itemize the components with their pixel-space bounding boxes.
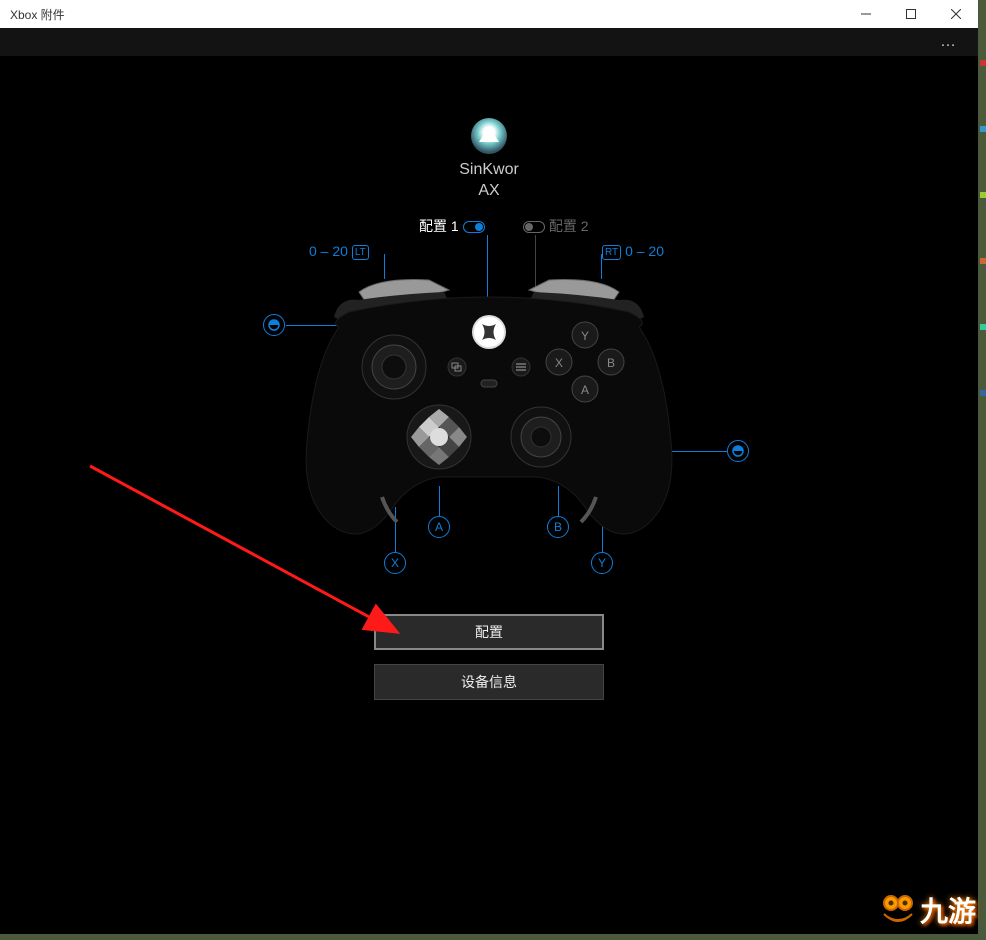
config1-toggle[interactable]: 配置 1 (419, 216, 485, 236)
maximize-button[interactable] (888, 0, 933, 28)
watermark-icon (880, 894, 916, 926)
rt-range-label: RT 0 – 20 (602, 243, 664, 260)
x-button-label: X (384, 552, 406, 574)
rt-icon: RT (602, 245, 621, 260)
controller-image: Y X B A (299, 272, 679, 552)
y-button-label: Y (591, 552, 613, 574)
window-title: Xbox 附件 (10, 6, 843, 23)
svg-text:Y: Y (581, 329, 589, 343)
lt-range-label: 0 – 20 LT (309, 243, 369, 260)
config1-label: 配置 1 (419, 218, 459, 234)
watermark-text: 九游 (920, 890, 976, 930)
device-info-button[interactable]: 设备信息 (374, 664, 604, 700)
toggle-on-icon (463, 221, 485, 233)
username-line1: SinKwor (459, 161, 519, 178)
svg-text:A: A (581, 383, 589, 397)
config2-label: 配置 2 (549, 218, 589, 234)
avatar[interactable] (471, 118, 507, 154)
svg-text:B: B (607, 356, 615, 370)
more-menu-button[interactable]: … (0, 28, 978, 56)
minimize-button[interactable] (843, 0, 888, 28)
controller-diagram: 配置 1 配置 2 0 – 20 LT RT 0 – 20 (219, 210, 759, 570)
app-window: Xbox 附件 … SinKwor AX 配置 1 配 (0, 0, 978, 934)
left-stick-icon (263, 314, 285, 336)
svg-text:X: X (555, 356, 563, 370)
config2-toggle[interactable]: 配置 2 (523, 216, 589, 236)
ellipsis-icon: … (940, 33, 958, 51)
titlebar: Xbox 附件 (0, 0, 978, 28)
desktop-edge (980, 60, 986, 456)
main-content: SinKwor AX 配置 1 配置 2 0 – 20 LT RT 0 – 20 (0, 56, 978, 934)
username-line2: AX (478, 182, 499, 199)
close-button[interactable] (933, 0, 978, 28)
watermark: 九游 (880, 890, 976, 930)
configure-button[interactable]: 配置 (374, 614, 604, 650)
username-label: SinKwor AX (459, 160, 519, 202)
lt-icon: LT (352, 245, 369, 260)
toggle-off-icon (523, 221, 545, 233)
right-stick-icon (727, 440, 749, 462)
